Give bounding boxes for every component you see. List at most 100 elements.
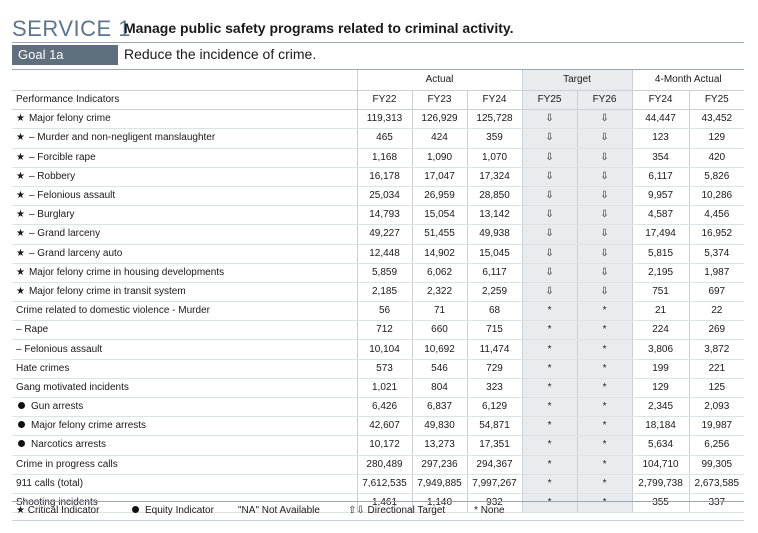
value-cell: 6,426	[356, 397, 412, 418]
star-icon: ★	[16, 266, 25, 278]
value-cell: 13,142	[466, 205, 523, 226]
value-cell: 14,902	[411, 244, 467, 264]
goal-description: Reduce the incidence of crime.	[124, 46, 317, 62]
indicator-cell: Crime related to domestic violence - Mur…	[12, 301, 357, 322]
indicator-cell: ★ – Murder and non-negligent manslaughter	[12, 128, 357, 149]
equity-dot-icon	[18, 401, 25, 409]
target-cell: *	[576, 301, 633, 322]
value-cell: 424	[411, 128, 467, 149]
indicator-cell: Narcotics arrests	[12, 435, 357, 456]
value-cell: 119,313	[356, 109, 412, 130]
value-cell: 42,607	[356, 416, 412, 437]
value-cell: 56	[356, 301, 412, 322]
target-cell: ⇩	[521, 263, 578, 283]
value-cell: 17,494	[631, 224, 690, 245]
group-header-blank	[12, 69, 357, 91]
value-cell: 10,172	[356, 435, 412, 456]
value-cell: 123	[631, 128, 690, 149]
target-cell: *	[521, 339, 578, 360]
value-cell: 104,710	[631, 455, 690, 475]
star-icon: ★	[16, 505, 25, 516]
target-cell: ⇩	[576, 148, 633, 168]
target-cell: *	[576, 339, 633, 360]
indicator-cell: Gun arrests	[12, 397, 357, 418]
legend-critical: ★ Critical Indicator	[16, 502, 99, 520]
target-cell: ⇩	[521, 282, 578, 303]
indicator-label: Major felony crime in housing developmen…	[28, 266, 225, 278]
value-cell: 51,455	[411, 224, 467, 245]
indicator-cell: ★ – Felonious assault	[12, 186, 357, 207]
indicator-label: 911 calls (total)	[16, 477, 84, 489]
group-header-actual: Actual	[356, 69, 523, 91]
indicator-cell: ★ – Robbery	[12, 167, 357, 187]
value-cell: 2,195	[631, 263, 690, 283]
equity-dot-icon	[132, 505, 139, 513]
legend-none: * None	[474, 502, 505, 520]
indicator-label: Crime in progress calls	[16, 458, 118, 470]
value-cell: 712	[356, 320, 412, 341]
star-icon: ★	[16, 113, 25, 125]
table-body: ★ Major felony crime 119,313 126,929 125,728…	[12, 109, 745, 514]
value-cell: 6,117	[631, 167, 690, 187]
target-cell: *	[576, 359, 633, 379]
goal-badge: Goal 1a	[12, 45, 118, 65]
equity-dot-icon	[18, 440, 25, 448]
page: SERVICE 1 Manage public safety programs …	[0, 0, 758, 533]
value-cell: 297,236	[411, 455, 467, 475]
indicator-cell: – Felonious assault	[12, 339, 357, 360]
table-row: Crime related to domestic violence - Mur…	[12, 301, 745, 322]
target-cell: *	[576, 474, 633, 494]
value-cell: 5,634	[631, 435, 690, 456]
value-cell: 1,070	[466, 148, 523, 168]
value-cell: 465	[356, 128, 412, 149]
value-cell: 19,987	[688, 416, 745, 437]
indicator-cell: Crime in progress calls	[12, 455, 357, 475]
value-cell: 354	[631, 148, 690, 168]
target-cell: ⇩	[576, 224, 633, 245]
value-cell: 49,227	[356, 224, 412, 245]
value-cell: 14,793	[356, 205, 412, 226]
service-header: SERVICE 1 Manage public safety programs …	[12, 14, 744, 43]
table-row: – Rape 712 660 715 * * 224 269	[12, 320, 745, 341]
target-cell: ⇩	[576, 244, 633, 264]
value-cell: 3,806	[631, 339, 690, 360]
star-icon: ★	[16, 228, 25, 240]
value-cell: 2,259	[466, 282, 523, 303]
indicator-cell: 911 calls (total)	[12, 474, 357, 494]
value-cell: 221	[688, 359, 745, 379]
value-cell: 21	[631, 301, 690, 322]
value-cell: 323	[466, 378, 523, 399]
value-cell: 22	[688, 301, 745, 322]
target-cell: ⇩	[576, 167, 633, 187]
target-cell: *	[576, 397, 633, 418]
indicator-cell: ★ – Burglary	[12, 205, 357, 226]
target-cell: *	[521, 455, 578, 475]
column-header-target-fy25: FY25	[521, 90, 578, 111]
value-cell: 11,474	[466, 339, 523, 360]
value-cell: 1,021	[356, 378, 412, 399]
indicator-label: Major felony crime arrests	[31, 420, 147, 432]
value-cell: 5,815	[631, 244, 690, 264]
target-cell: ⇩	[521, 148, 578, 168]
value-cell: 10,692	[411, 339, 467, 360]
value-cell: 269	[688, 320, 745, 341]
table-row: ★ Major felony crime 119,313 126,929 125,728…	[12, 109, 745, 130]
performance-table-wrapper: Actual Target 4-Month Actual Performance…	[12, 69, 745, 514]
indicator-label: Major felony crime	[28, 113, 111, 125]
legend-none-label: None	[480, 505, 505, 516]
indicator-cell: ★ Major felony crime in transit system	[12, 282, 357, 303]
indicator-label: – Murder and non-negligent manslaughter	[28, 132, 216, 144]
value-cell: 9,957	[631, 186, 690, 207]
value-cell: 16,952	[688, 224, 745, 245]
value-cell: 10,286	[688, 186, 745, 207]
value-cell: 4,587	[631, 205, 690, 226]
target-cell: *	[521, 416, 578, 437]
indicator-cell: ★ – Forcible rape	[12, 148, 357, 168]
target-cell: *	[521, 435, 578, 456]
value-cell: 1,168	[356, 148, 412, 168]
value-cell: 28,850	[466, 186, 523, 207]
value-cell: 4,456	[688, 205, 745, 226]
value-cell: 294,367	[466, 455, 523, 475]
target-cell: ⇩	[576, 205, 633, 226]
indicator-label: – Burglary	[28, 209, 75, 221]
